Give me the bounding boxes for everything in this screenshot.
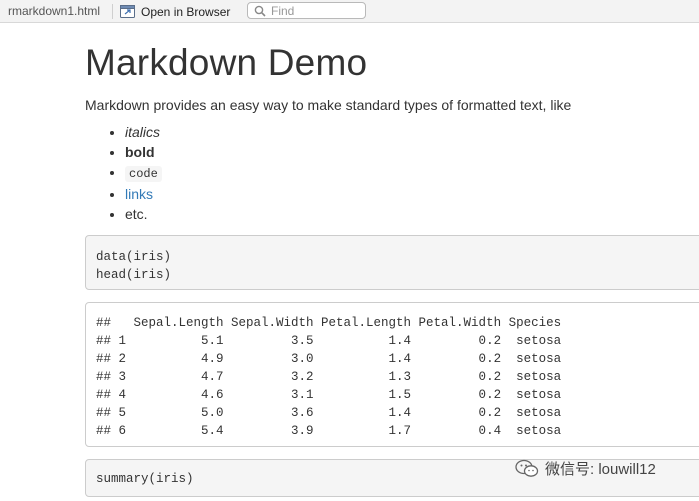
code-text-head: data(iris) head(iris)	[96, 250, 172, 282]
watermark-text: 微信号: louwill12	[545, 461, 656, 478]
find-box	[247, 2, 366, 19]
find-input[interactable]	[271, 3, 359, 18]
document-body: Markdown Demo Markdown provides an easy …	[85, 23, 699, 224]
list-item-links: links	[125, 184, 699, 204]
code-block-head: data(iris) head(iris)	[85, 235, 699, 290]
etc-text: etc.	[125, 206, 148, 222]
toolbar-separator	[112, 4, 113, 19]
list-item-etc: etc.	[125, 204, 699, 224]
toolbar-filename: rmarkdown1.html	[8, 4, 101, 18]
intro-paragraph: Markdown provides an easy way to make st…	[85, 97, 572, 113]
viewer-toolbar: rmarkdown1.html Open in Browser	[0, 0, 699, 23]
list-item-bold: bold	[125, 142, 699, 162]
italics-text: italics	[125, 124, 161, 140]
open-in-browser-label: Open in Browser	[141, 4, 231, 19]
search-icon	[254, 5, 266, 17]
output-block-head: ## Sepal.Length Sepal.Width Petal.Length…	[85, 302, 699, 447]
inline-code: code	[125, 166, 162, 182]
wechat-icon	[515, 459, 539, 477]
list-item-code: code	[125, 162, 699, 184]
feature-list: italics bold code links etc.	[85, 122, 699, 224]
browser-window-icon	[120, 5, 135, 18]
watermark: 微信号: louwill12	[515, 458, 656, 479]
links-link[interactable]: links	[125, 186, 153, 202]
page-title: Markdown Demo	[85, 42, 368, 83]
bold-text: bold	[125, 144, 155, 160]
output-text-head: ## Sepal.Length Sepal.Width Petal.Length…	[96, 316, 562, 438]
list-item-italics: italics	[125, 122, 699, 142]
open-in-browser-button[interactable]: Open in Browser	[120, 2, 230, 21]
